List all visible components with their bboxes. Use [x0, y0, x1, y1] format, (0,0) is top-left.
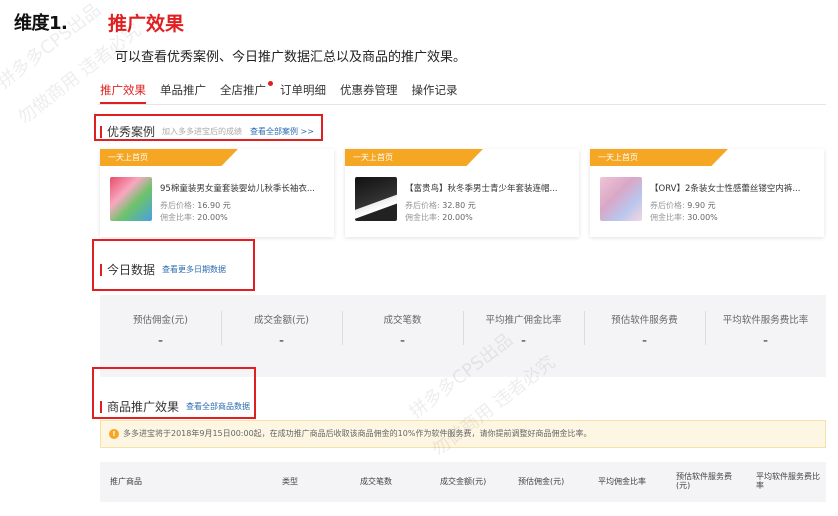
- rate-label: 佣金比率:: [650, 213, 685, 222]
- stat-label: 平均推广佣金比率: [485, 315, 562, 326]
- page-description: 可以查看优秀案例、今日推广数据汇总以及商品的推广效果。: [115, 50, 467, 65]
- tab-coupon-management[interactable]: 优惠券管理: [340, 82, 398, 104]
- product-thumbnail: [110, 177, 152, 221]
- stat-transaction-count: 成交笔数 -: [342, 295, 463, 377]
- coupon-price: 券后价格: 32.80 元: [405, 200, 476, 211]
- price-value: 32.80 元: [442, 201, 476, 210]
- coupon-price: 券后价格: 16.90 元: [160, 200, 231, 211]
- tab-label: 全店推广: [220, 83, 266, 97]
- stat-value: -: [399, 333, 406, 349]
- column-header: 成交笔数: [360, 476, 392, 486]
- service-fee-notice: ! 多多进宝将于2018年9月15日00:00起，在成功推广商品后收取该商品佣金…: [100, 420, 826, 448]
- column-header: 成交金额(元): [440, 476, 487, 486]
- price-label: 券后价格:: [405, 201, 440, 210]
- tab-whole-store[interactable]: 全店推广: [220, 81, 273, 104]
- tab-divider: [98, 104, 826, 105]
- commission-rate: 佣金比率: 20.00%: [405, 212, 473, 223]
- column-header: 预估佣金(元): [518, 476, 565, 486]
- highlight-box: [92, 367, 256, 419]
- case-flag: 一天上首页: [100, 149, 238, 166]
- product-thumbnail: [355, 177, 397, 221]
- rate-value: 20.00%: [197, 213, 228, 222]
- tab-bar: 推广效果 单品推广 全店推广 订单明细 优惠券管理 操作记录: [100, 81, 472, 104]
- product-table-header: 推广商品 类型 成交笔数 成交金额(元) 预估佣金(元) 平均佣金比率 预估软件…: [100, 462, 826, 502]
- stat-label: 平均软件服务费比率: [722, 315, 809, 326]
- stat-label: 预估软件服务费: [611, 315, 678, 326]
- product-name: 95棉童装男女童套装婴幼儿秋季长袖衣...: [160, 184, 315, 194]
- case-card[interactable]: 一天上首页 【富贵鸟】秋冬季男士青少年套装连帽... 券后价格: 32.80 元…: [345, 149, 579, 237]
- price-value: 16.90 元: [197, 201, 231, 210]
- commission-rate: 佣金比率: 30.00%: [650, 212, 718, 223]
- warning-icon: !: [109, 429, 119, 439]
- case-card[interactable]: 一天上首页 【ORV】2条装女士性感蕾丝镂空内裤... 券后价格: 9.90 元…: [590, 149, 824, 237]
- tab-promotion-effect[interactable]: 推广效果: [100, 82, 146, 104]
- stat-value: -: [762, 333, 769, 349]
- price-label: 券后价格:: [160, 201, 195, 210]
- column-header: 推广商品: [110, 476, 142, 486]
- price-value: 9.90 元: [687, 201, 716, 210]
- rate-label: 佣金比率:: [160, 213, 195, 222]
- today-stats-panel: 预估佣金(元) - 成交金额(元) - 成交笔数 - 平均推广佣金比率 - 预估…: [100, 295, 826, 377]
- commission-rate: 佣金比率: 20.00%: [160, 212, 228, 223]
- product-thumbnail: [600, 177, 642, 221]
- product-name: 【ORV】2条装女士性感蕾丝镂空内裤...: [650, 184, 801, 194]
- stat-estimated-commission: 预估佣金(元) -: [100, 295, 221, 377]
- tab-operation-log[interactable]: 操作记录: [412, 82, 458, 104]
- coupon-price: 券后价格: 9.90 元: [650, 200, 716, 211]
- page-title: 推广效果: [108, 13, 185, 35]
- stat-estimated-service-fee: 预估软件服务费 -: [584, 295, 705, 377]
- case-flag: 一天上首页: [590, 149, 728, 166]
- column-header: 预估软件服务费(元): [676, 472, 732, 490]
- stat-value: -: [157, 333, 164, 349]
- tab-single-product[interactable]: 单品推广: [160, 82, 206, 104]
- stat-value: -: [520, 333, 527, 349]
- price-label: 券后价格:: [650, 201, 685, 210]
- rate-value: 30.00%: [687, 213, 718, 222]
- case-flag: 一天上首页: [345, 149, 483, 166]
- stat-value: -: [278, 333, 285, 349]
- stat-transaction-amount: 成交金额(元) -: [221, 295, 342, 377]
- stat-label: 预估佣金(元): [133, 315, 188, 326]
- stat-label: 成交笔数: [383, 315, 422, 326]
- case-card[interactable]: 一天上首页 95棉童装男女童套装婴幼儿秋季长袖衣... 券后价格: 16.90 …: [100, 149, 334, 237]
- rate-value: 20.00%: [442, 213, 473, 222]
- product-name: 【富贵鸟】秋冬季男士青少年套装连帽...: [405, 184, 558, 194]
- highlight-box: [94, 114, 323, 141]
- column-header: 类型: [282, 476, 298, 486]
- stat-value: -: [641, 333, 648, 349]
- notice-text: 多多进宝将于2018年9月15日00:00起，在成功推广商品后收取该商品佣金的1…: [123, 429, 592, 438]
- stat-label: 成交金额(元): [254, 315, 309, 326]
- notification-dot: [268, 81, 273, 86]
- rate-label: 佣金比率:: [405, 213, 440, 222]
- column-header: 平均佣金比率: [598, 476, 646, 486]
- tab-order-details[interactable]: 订单明细: [280, 82, 326, 104]
- column-header: 平均软件服务费比率: [756, 472, 820, 490]
- stat-avg-commission-rate: 平均推广佣金比率 -: [463, 295, 584, 377]
- highlight-box: [92, 239, 255, 291]
- dimension-label: 维度1.: [14, 13, 68, 34]
- stat-avg-service-fee-rate: 平均软件服务费比率 -: [705, 295, 826, 377]
